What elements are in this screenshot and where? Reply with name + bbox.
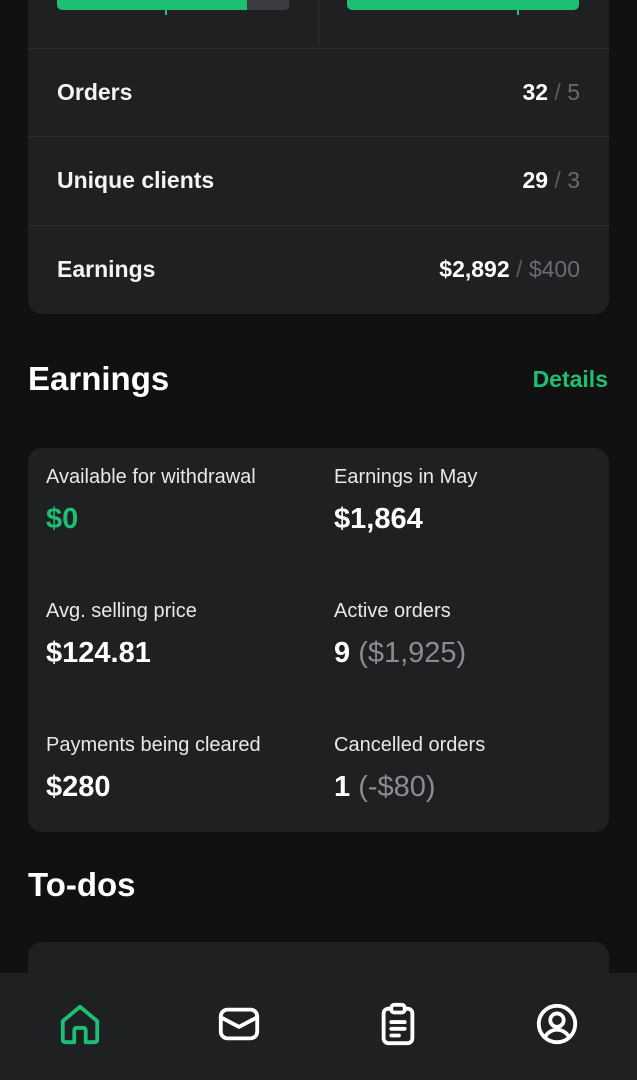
stat-row-earnings: Earnings $2,892 / $400 xyxy=(28,225,609,313)
metric-active-orders[interactable]: Active orders 9 ($1,925) xyxy=(334,600,604,670)
metric-label: Earnings in May xyxy=(334,466,478,488)
stat-label: Unique clients xyxy=(57,167,215,193)
metric-label: Cancelled orders xyxy=(334,734,486,756)
bottom-nav xyxy=(0,973,637,1080)
metric-label: Available for withdrawal xyxy=(46,466,256,488)
nav-profile[interactable] xyxy=(517,973,597,1073)
earnings-details-link[interactable]: Details xyxy=(533,366,608,393)
stat-value: $2,892 / $400 xyxy=(439,256,580,282)
metric-avg-selling-price: Avg. selling price $124.81 xyxy=(46,600,316,670)
metric-earnings-in-may: Earnings in May $1,864 xyxy=(334,466,604,536)
profile-icon xyxy=(537,1003,578,1045)
todos-section-title: To-dos xyxy=(28,866,136,903)
metric-value: 9 ($1,925) xyxy=(334,637,467,669)
stat-value: 32 / 5 xyxy=(522,79,580,105)
metric-value: 1 (-$80) xyxy=(334,771,436,803)
right-progress-bar xyxy=(347,0,579,15)
earnings-card: Available for withdrawal $0 Earnings in … xyxy=(28,448,609,832)
orders-clipboard-icon xyxy=(381,1002,415,1046)
metric-value: $124.81 xyxy=(46,637,151,669)
metric-cancelled-orders[interactable]: Cancelled orders 1 (-$80) xyxy=(334,734,604,804)
stat-row-orders: Orders 32 / 5 xyxy=(28,48,609,136)
stat-value: 29 / 3 xyxy=(522,167,580,193)
stats-card: Orders 32 / 5 Unique clients 29 / 3 Earn… xyxy=(28,0,609,314)
home-icon xyxy=(60,1004,99,1045)
metric-label: Payments being cleared xyxy=(46,734,261,756)
metric-value: $0 xyxy=(46,503,79,535)
metric-label: Avg. selling price xyxy=(46,600,197,622)
stat-row-unique-clients: Unique clients 29 / 3 xyxy=(28,136,609,224)
column-divider xyxy=(318,0,319,47)
nav-home[interactable] xyxy=(40,973,120,1073)
metric-available-for-withdrawal: Available for withdrawal $0 xyxy=(46,466,316,536)
nav-inbox[interactable] xyxy=(199,973,279,1073)
mail-icon xyxy=(218,1007,259,1041)
metric-payments-being-cleared: Payments being cleared $280 xyxy=(46,734,316,804)
left-progress-bar xyxy=(57,0,289,15)
metric-value: $280 xyxy=(46,771,111,803)
stat-label: Earnings xyxy=(57,256,156,282)
nav-orders[interactable] xyxy=(358,973,438,1073)
metric-value: $1,864 xyxy=(334,503,423,535)
earnings-section-title: Earnings xyxy=(28,360,170,397)
stat-label: Orders xyxy=(57,79,133,105)
metric-label: Active orders xyxy=(334,600,451,622)
